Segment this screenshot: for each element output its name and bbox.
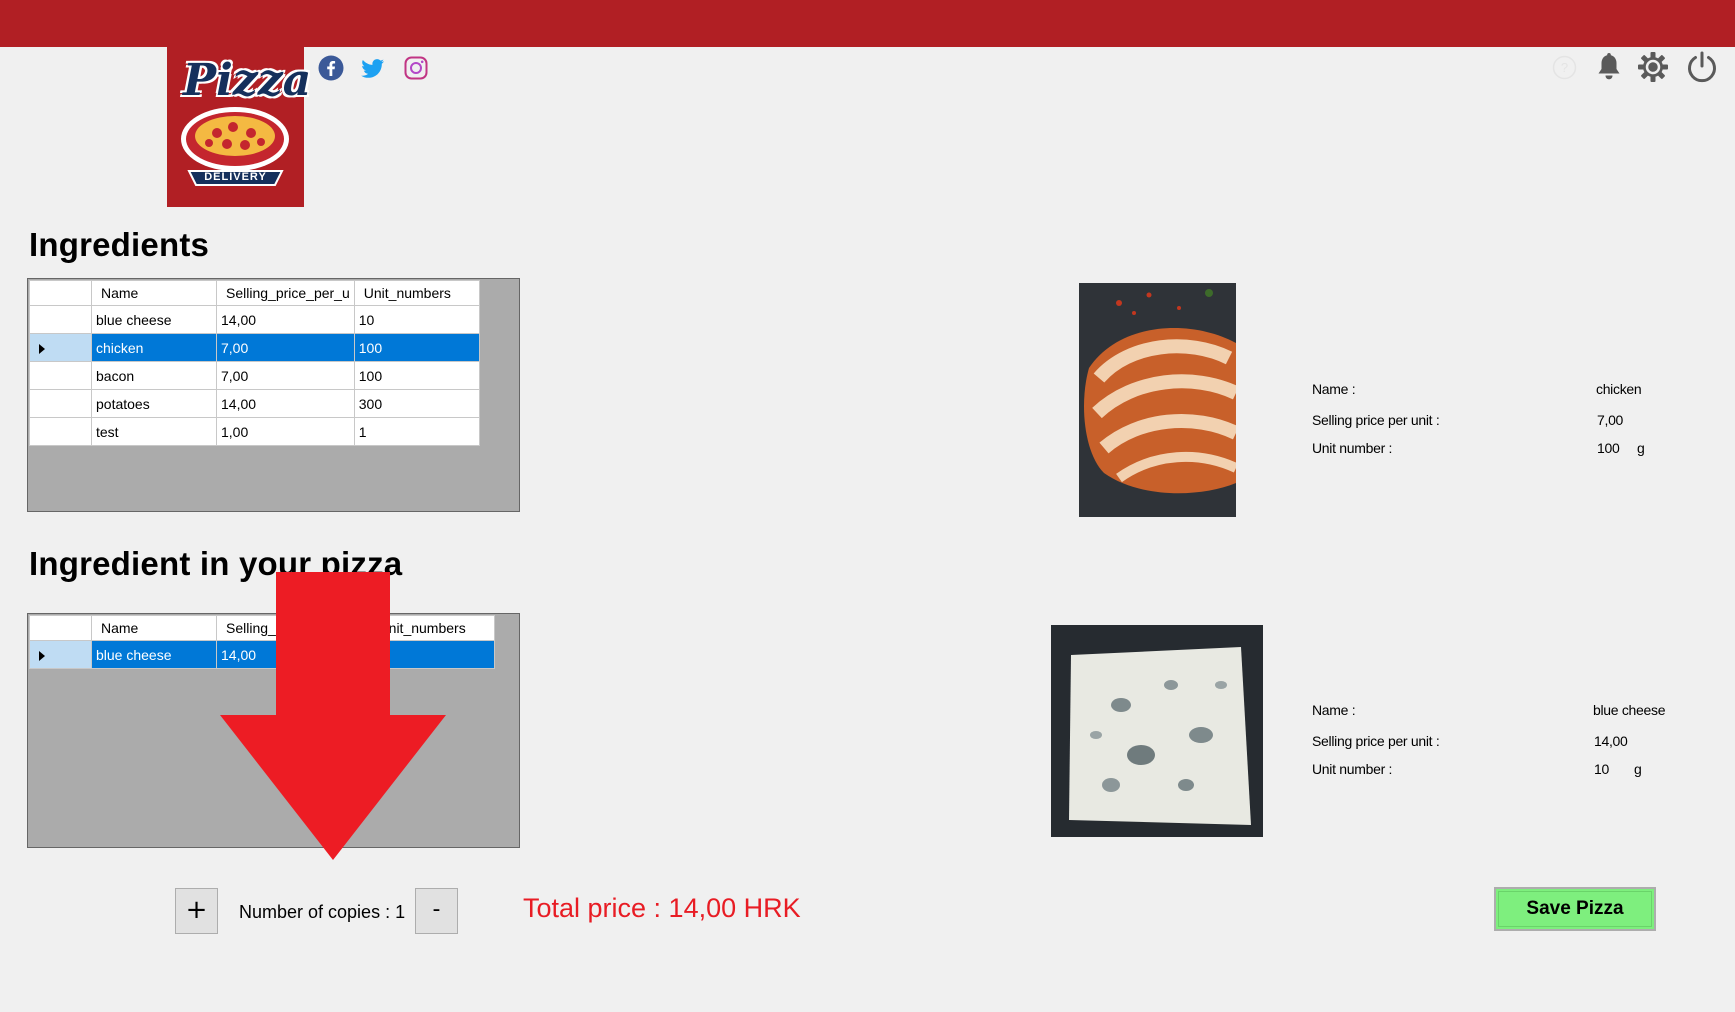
increase-copies-button[interactable]: + [175,888,218,934]
detail-name-value: chicken [1596,381,1642,397]
cell-name[interactable]: potatoes [91,389,217,418]
cell-units[interactable]: 1 [353,417,480,446]
pizza-detail-unit-label: Unit number : [1312,761,1393,777]
save-pizza-button[interactable]: Save Pizza [1494,887,1656,931]
brand-subtitle: DELIVERY [204,171,267,183]
chicken-photo [1079,283,1236,517]
pizza-detail-price-value: 14,00 [1594,733,1628,749]
grid-corner [29,615,92,641]
table-row[interactable]: potatoes 14,00 300 [29,389,480,418]
column-header-price[interactable]: Selling_price_per_u [216,280,355,306]
ingredients-title: Ingredients [29,226,210,263]
detail-price-label: Selling price per unit : [1312,412,1440,428]
ingredients-table: Name Selling_price_per_u Unit_numbers bl… [29,280,480,446]
current-row-indicator-icon [39,343,45,354]
detail-price-value: 7,00 [1597,412,1624,428]
table-row-selected[interactable]: chicken 7,00 100 [29,333,480,362]
power-icon[interactable] [1685,50,1719,89]
detail-name-label: Name : [1312,381,1356,397]
cell-units[interactable]: 300 [353,389,480,418]
row-header[interactable] [29,333,92,362]
brand-title: Pizza [183,55,312,106]
row-header[interactable] [29,417,92,446]
cell-name[interactable]: blue cheese [91,305,217,334]
pizza-detail-name-label: Name : [1312,702,1356,718]
cell-price[interactable]: 14,00 [216,305,355,334]
cell-name[interactable]: test [91,417,217,446]
table-row[interactable]: blue cheese 14,00 10 [29,305,480,334]
cell-price[interactable]: 7,00 [216,361,355,390]
cell-price[interactable]: 7,00 [216,333,355,362]
down-arrow-icon [220,572,446,860]
column-header-name[interactable]: Name [91,280,217,306]
detail-unit-suffix: g [1637,440,1645,456]
row-header[interactable] [29,640,92,669]
column-header-name[interactable]: Name [91,615,217,641]
detail-unit-value: 100 [1597,440,1620,456]
column-header-units[interactable]: Unit_numbers [353,280,480,306]
svg-text:?: ? [1561,60,1568,75]
gear-icon[interactable] [1637,51,1669,88]
help-icon[interactable]: ? [1552,55,1577,85]
pizza-detail-name-value: blue cheese [1593,702,1666,718]
cell-name[interactable]: blue cheese [91,640,217,669]
instagram-icon[interactable] [403,55,429,81]
row-header[interactable] [29,305,92,334]
grid-corner [29,280,92,306]
bell-icon[interactable] [1595,52,1623,87]
total-price-label: Total price : 14,00 HRK [523,893,801,923]
pizza-detail-price-label: Selling price per unit : [1312,733,1440,749]
current-row-indicator-icon [39,650,45,661]
detail-unit-label: Unit number : [1312,440,1393,456]
cell-units[interactable]: 10 [353,305,480,334]
cell-name[interactable]: bacon [91,361,217,390]
pizza-detail-unit-suffix: g [1634,761,1642,777]
pizza-detail-unit-value: 10 [1594,761,1609,777]
blue-cheese-photo [1051,625,1263,837]
top-bar [0,0,1735,47]
row-header[interactable] [29,389,92,418]
decrease-copies-button[interactable]: - [415,888,458,934]
cell-price[interactable]: 1,00 [216,417,355,446]
facebook-icon[interactable] [318,55,344,81]
cell-name[interactable]: chicken [91,333,217,362]
cell-units[interactable]: 100 [353,333,480,362]
app-logo: Pizza DELIVERY [167,47,311,207]
copies-count-label: Number of copies : 1 [239,902,406,922]
table-row[interactable]: test 1,00 1 [29,417,480,446]
row-header[interactable] [29,361,92,390]
cell-units[interactable]: 100 [353,361,480,390]
cell-price[interactable]: 14,00 [216,389,355,418]
ingredients-grid[interactable]: Name Selling_price_per_u Unit_numbers bl… [27,278,520,512]
twitter-icon[interactable] [360,55,386,81]
table-row[interactable]: bacon 7,00 100 [29,361,480,390]
